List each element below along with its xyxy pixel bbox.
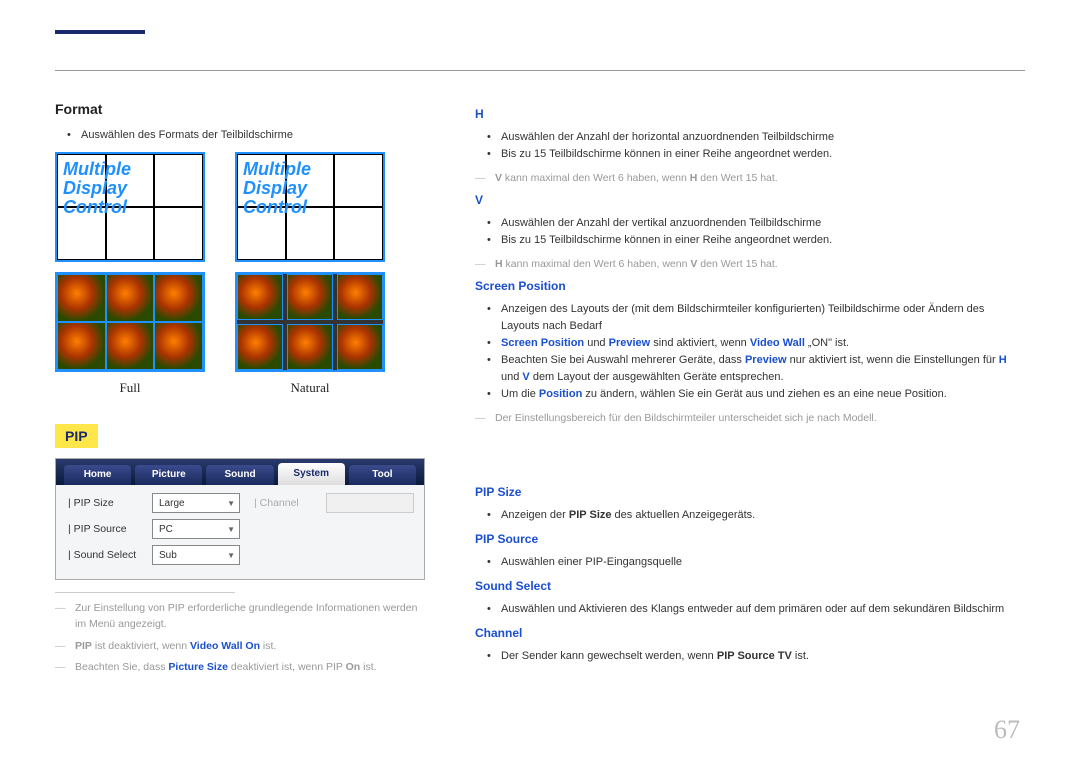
chevron-down-icon: ▼ [227,525,235,534]
v-note: H kann maximal den Wert 6 haben, wenn V … [475,257,1025,273]
left-column: Format Auswählen des Formats der Teilbil… [55,101,425,682]
sp-bullet-2: Screen Position und Preview sind aktivie… [487,335,1025,352]
pip-size-select[interactable]: Large▼ [152,493,240,513]
channel-select-disabled [326,493,414,513]
v-bullet-1: Auswählen der Anzahl der vertikal anzuor… [487,215,1025,232]
header-rule [55,64,1025,71]
mdc-grid-full: Multiple Display Control [55,152,205,262]
sp-note: Der Einstellungsbereich für den Bildschi… [475,411,1025,427]
pip-source-heading: PIP Source [475,532,1025,546]
channel-inline-label: | Channel [248,497,318,509]
channel-bullet: Der Sender kann gewechselt werden, wenn … [487,648,1025,665]
v-bullet-2: Bis zu 15 Teilbildschirme können in eine… [487,232,1025,249]
v-heading: V [475,193,1025,207]
tab-home[interactable]: Home [64,465,131,485]
h-note: V kann maximal den Wert 6 haben, wenn H … [475,171,1025,187]
h-bullet-2: Bis zu 15 Teilbildschirme können in eine… [487,146,1025,163]
mdc-grid-natural: Multiple Display Control [235,152,385,262]
sound-select-label: | Sound Select [64,549,144,561]
pip-source-label: | PIP Source [64,523,144,535]
pip-source-select[interactable]: PC▼ [152,519,240,539]
pip-note-1: Zur Einstellung von PIP erforderliche gr… [55,601,425,633]
sp-bullet-3: Beachten Sie bei Auswahl mehrerer Geräte… [487,352,1025,386]
pip-note-2: PIP ist deaktiviert, wenn Video Wall On … [55,639,425,655]
tab-tool[interactable]: Tool [349,465,416,485]
sound-select-bullet: Auswählen und Aktivieren des Klangs entw… [487,601,1025,618]
format-heading: Format [55,101,425,117]
h-heading: H [475,107,1025,121]
channel-heading: Channel [475,626,1025,640]
pip-tabs: Home Picture Sound System Tool [56,459,424,485]
pip-panel: Home Picture Sound System Tool | PIP Siz… [55,458,425,580]
caption-natural: Natural [291,380,330,396]
flower-grid-natural [235,272,385,372]
chevron-down-icon: ▼ [227,499,235,508]
footnote-rule [55,592,235,593]
tab-sound[interactable]: Sound [206,465,273,485]
chevron-down-icon: ▼ [227,551,235,560]
pip-size-bullet: Anzeigen der PIP Size des aktuellen Anze… [487,507,1025,524]
sound-select-select[interactable]: Sub▼ [152,545,240,565]
screen-position-heading: Screen Position [475,279,1025,293]
flower-grid-full [55,272,205,372]
pip-badge: PIP [55,424,98,448]
pip-size-label: | PIP Size [64,497,144,509]
format-desc: Auswählen des Formats der Teilbildschirm… [67,127,425,144]
sp-bullet-1: Anzeigen des Layouts der (mit dem Bildsc… [487,301,1025,335]
header-indicator [55,30,145,34]
pip-note-3: Beachten Sie, dass Picture Size deaktivi… [55,660,425,676]
sound-select-heading: Sound Select [475,579,1025,593]
caption-full: Full [120,380,141,396]
right-column: H Auswählen der Anzahl der horizontal an… [475,101,1025,682]
h-bullet-1: Auswählen der Anzahl der horizontal anzu… [487,129,1025,146]
page-number: 67 [994,715,1020,745]
sp-bullet-4: Um die Position zu ändern, wählen Sie ei… [487,386,1025,403]
tab-picture[interactable]: Picture [135,465,202,485]
tab-system[interactable]: System [278,463,345,485]
pip-source-bullet: Auswählen einer PIP-Eingangsquelle [487,554,1025,571]
format-illustration-row: Multiple Display Control Full Multiple D… [55,152,425,396]
pip-size-heading: PIP Size [475,485,1025,499]
